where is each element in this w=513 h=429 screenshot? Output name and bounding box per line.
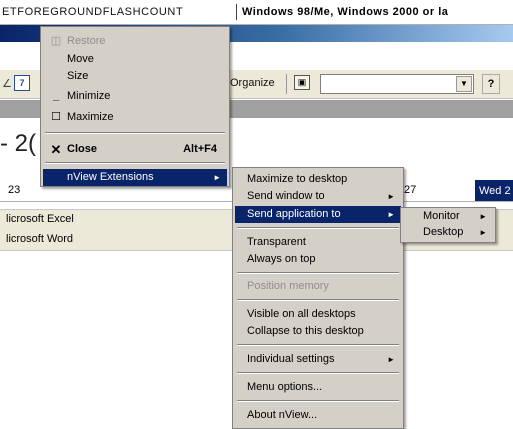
minimize-icon: _: [52, 90, 60, 102]
menu-item-label: Maximize: [67, 111, 114, 123]
menu-item-label: Monitor: [423, 210, 460, 222]
submenu-arrow-icon: ►: [213, 173, 221, 182]
menu-separator: [237, 272, 399, 274]
menu-separator: [237, 344, 399, 346]
menu-item-label: Transparent: [247, 236, 306, 248]
submenu-arrow-icon: ►: [387, 192, 395, 201]
menu-item-menu-options[interactable]: Menu options...: [235, 379, 401, 396]
menu-item-label: Position memory: [247, 280, 329, 292]
menu-item-label: Visible on all desktops: [247, 308, 356, 320]
column-divider: [236, 4, 237, 20]
menu-item-visible-on-all-desktops[interactable]: Visible on all desktops: [235, 306, 401, 323]
menu-item-nview-extensions[interactable]: nView Extensions ►: [43, 169, 227, 186]
menu-item-minimize[interactable]: _ Minimize: [43, 88, 227, 105]
menu-item-always-on-top[interactable]: Always on top: [235, 251, 401, 268]
menu-item-label: Close: [67, 143, 97, 155]
menu-item-collapse-to-this-desktop[interactable]: Collapse to this desktop: [235, 323, 401, 340]
menu-separator: [237, 372, 399, 374]
menu-item-label: Desktop: [423, 226, 464, 238]
menu-accelerator: Alt+F4: [183, 143, 217, 155]
search-combo[interactable]: ▼: [320, 74, 474, 94]
menu-item-individual-settings[interactable]: Individual settings ►: [235, 351, 401, 368]
list-item-label: licrosoft Word: [6, 233, 74, 245]
system-menu: ◫ Restore Move Size _ Minimize ☐ Maximiz…: [40, 26, 230, 187]
menu-item-maximize[interactable]: ☐ Maximize: [43, 109, 227, 126]
menu-item-label: Minimize: [67, 90, 111, 102]
calendar-icon[interactable]: 7: [14, 75, 30, 91]
restore-icon: ◫: [50, 35, 62, 47]
maximize-icon: ☐: [51, 111, 61, 123]
menu-separator: [237, 299, 399, 301]
platform-text: Windows 98/Me, Windows 2000 or la: [242, 6, 449, 18]
menu-item-label: Individual settings: [247, 353, 335, 365]
submenu-arrow-icon: ►: [387, 210, 395, 219]
menu-item-label: Always on top: [247, 253, 316, 265]
chevron-down-icon[interactable]: ▼: [456, 76, 472, 92]
menu-item-send-application-to[interactable]: Send application to ►: [235, 206, 401, 223]
toolbar-separator: [286, 74, 287, 94]
menu-item-restore[interactable]: ◫ Restore: [43, 33, 227, 50]
close-icon: ✕: [50, 142, 62, 157]
menu-item-move[interactable]: Move: [43, 51, 227, 68]
menu-item-close[interactable]: ✕ Close Alt+F4: [43, 141, 227, 158]
day-label: 27: [404, 184, 417, 196]
submenu-arrow-icon: ►: [479, 212, 487, 221]
date-heading: - 2(: [0, 130, 36, 157]
menu-item-label: Restore: [67, 35, 106, 47]
menu-item-desktop[interactable]: Desktop ►: [403, 224, 493, 241]
menu-separator: [45, 162, 225, 164]
menu-item-label: Size: [67, 70, 89, 82]
menu-separator: [45, 132, 225, 134]
submenu-arrow-icon: ►: [479, 228, 487, 237]
menu-item-label: Send application to: [247, 208, 341, 220]
menu-item-position-memory[interactable]: Position memory: [235, 278, 401, 295]
nview-extensions-menu: Maximize to desktop Send window to ► Sen…: [232, 167, 404, 429]
menu-item-label: About nView...: [247, 409, 318, 421]
help-button[interactable]: ?: [482, 74, 500, 94]
list-item-label: licrosoft Excel: [6, 213, 74, 225]
toolbar-cut-icon[interactable]: ∠: [2, 77, 12, 90]
menu-item-label: Maximize to desktop: [247, 173, 348, 185]
selected-day-label[interactable]: Wed 2: [475, 180, 513, 202]
send-application-to-menu: Monitor ► Desktop ►: [400, 207, 496, 243]
menu-item-monitor[interactable]: Monitor ►: [403, 208, 493, 225]
command-name-text: ETFOREGROUNDFLASHCOUNT: [2, 6, 184, 18]
menu-item-size[interactable]: Size: [43, 68, 227, 85]
menu-item-transparent[interactable]: Transparent: [235, 234, 401, 251]
address-book-icon[interactable]: ▣: [294, 75, 310, 90]
menu-separator: [237, 400, 399, 402]
day-label: 23: [8, 184, 21, 196]
menu-item-label: Menu options...: [247, 381, 323, 393]
menu-item-send-window-to[interactable]: Send window to ►: [235, 188, 401, 205]
menu-item-label: Send window to: [247, 190, 325, 202]
organize-button[interactable]: Organize: [230, 77, 275, 89]
menu-item-maximize-to-desktop[interactable]: Maximize to desktop: [235, 171, 401, 188]
menu-separator: [237, 227, 399, 229]
submenu-arrow-icon: ►: [387, 355, 395, 364]
menu-item-label: nView Extensions: [67, 171, 154, 183]
menu-item-about-nview[interactable]: About nView...: [235, 407, 401, 424]
menu-item-label: Collapse to this desktop: [247, 325, 364, 337]
menu-item-label: Move: [67, 53, 94, 65]
